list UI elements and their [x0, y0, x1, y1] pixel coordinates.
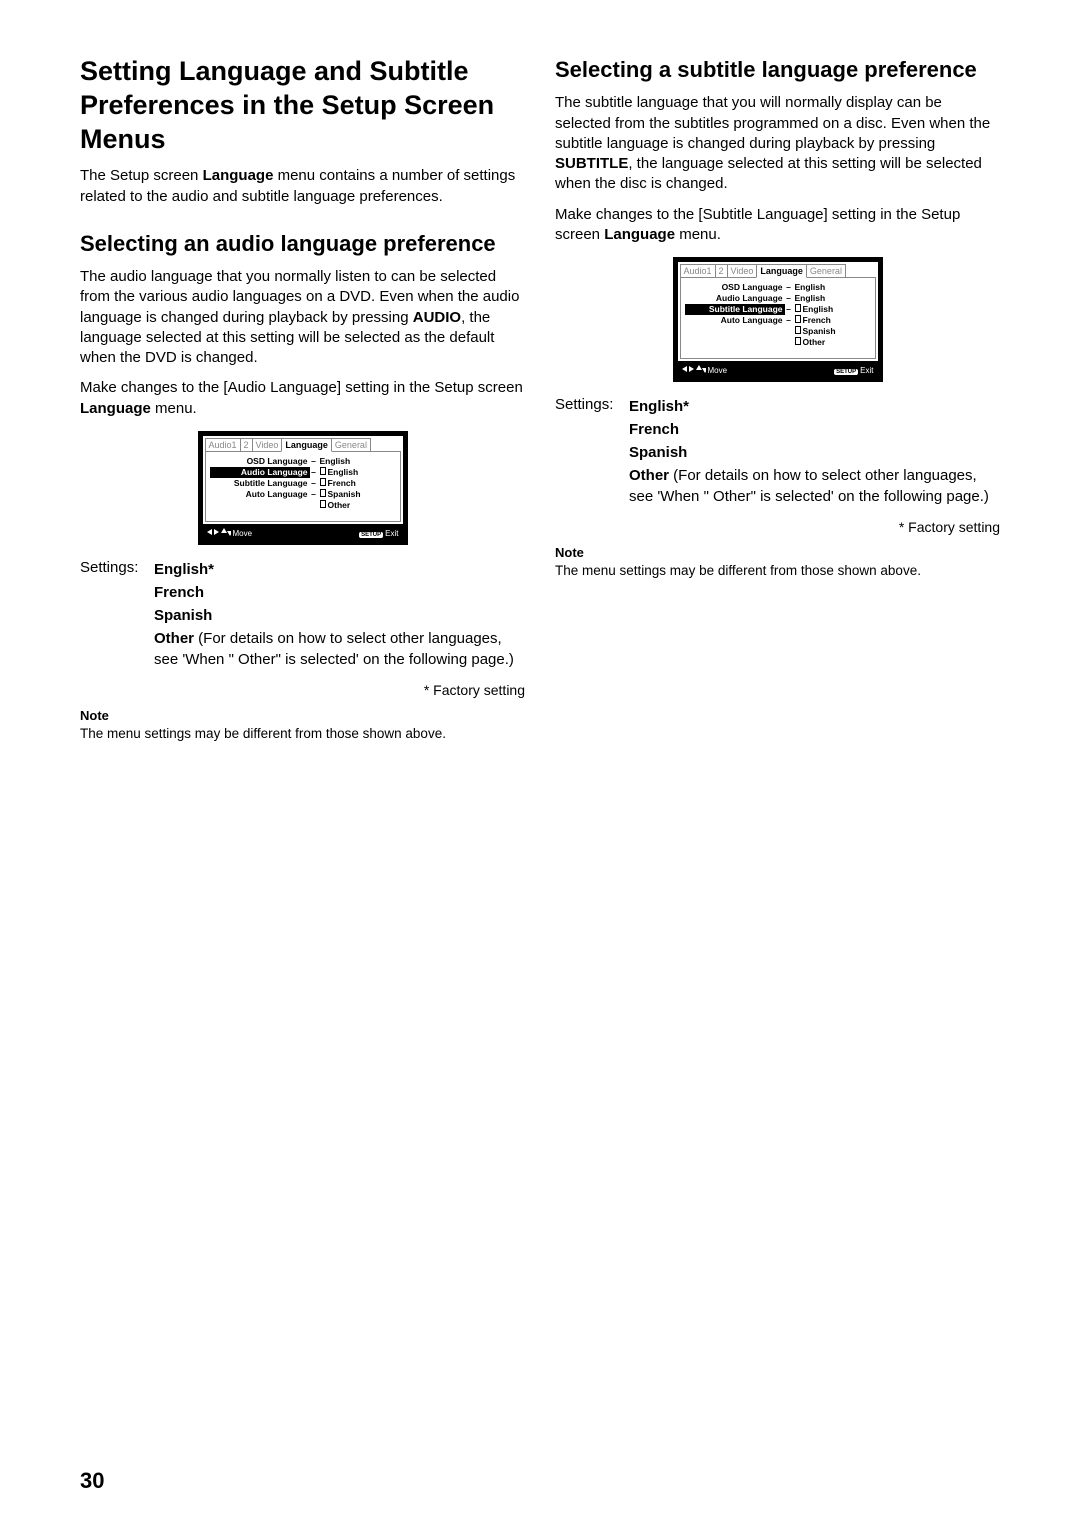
- audio-note-label: Note: [80, 708, 525, 723]
- subtitle-note-text: The menu settings may be different from …: [555, 562, 1000, 580]
- subtitle-note-label: Note: [555, 545, 1000, 560]
- tab-audio1: Audio1: [205, 438, 241, 452]
- audio-paragraph-1: The audio language that you normally lis…: [80, 267, 525, 368]
- subtitle-setup-screen: Audio1 2 Video Language General OSD Lang…: [673, 257, 883, 382]
- tab-language: Language: [756, 264, 807, 278]
- audio-footnote: * Factory setting: [80, 682, 525, 698]
- tab-general: General: [331, 438, 371, 452]
- right-column: Selecting a subtitle language preference…: [555, 55, 1000, 743]
- setup-tabs: Audio1 2 Video Language General: [205, 438, 401, 452]
- tab-video: Video: [727, 264, 758, 278]
- intro-paragraph: The Setup screen Language menu contains …: [80, 166, 525, 207]
- audio-paragraph-2: Make changes to the [Audio Language] set…: [80, 378, 525, 419]
- arrow-icons: [682, 365, 706, 375]
- tab-language: Language: [281, 438, 332, 452]
- left-column: Setting Language and Subtitle Preference…: [80, 55, 525, 743]
- audio-setup-screen: Audio1 2 Video Language General OSD Lang…: [198, 431, 408, 545]
- setup-tabs: Audio1 2 Video Language General: [680, 264, 876, 278]
- tab-video: Video: [252, 438, 283, 452]
- audio-note-text: The menu settings may be different from …: [80, 725, 525, 743]
- subtitle-subheading: Selecting a subtitle language preference: [555, 57, 1000, 83]
- page-number: 30: [80, 1468, 104, 1494]
- subtitle-footnote: * Factory setting: [555, 519, 1000, 535]
- subtitle-settings-list: Settings: English* French Spanish Other …: [555, 396, 1000, 509]
- subtitle-paragraph-1: The subtitle language that you will norm…: [555, 93, 1000, 194]
- subtitle-paragraph-2: Make changes to the [Subtitle Language] …: [555, 205, 1000, 246]
- audio-settings-list: Settings: English* French Spanish Other …: [80, 559, 525, 672]
- tab-audio1: Audio1: [680, 264, 716, 278]
- main-heading: Setting Language and Subtitle Preference…: [80, 55, 525, 156]
- tab-general: General: [806, 264, 846, 278]
- arrow-icons: [207, 528, 231, 538]
- audio-subheading: Selecting an audio language preference: [80, 231, 525, 257]
